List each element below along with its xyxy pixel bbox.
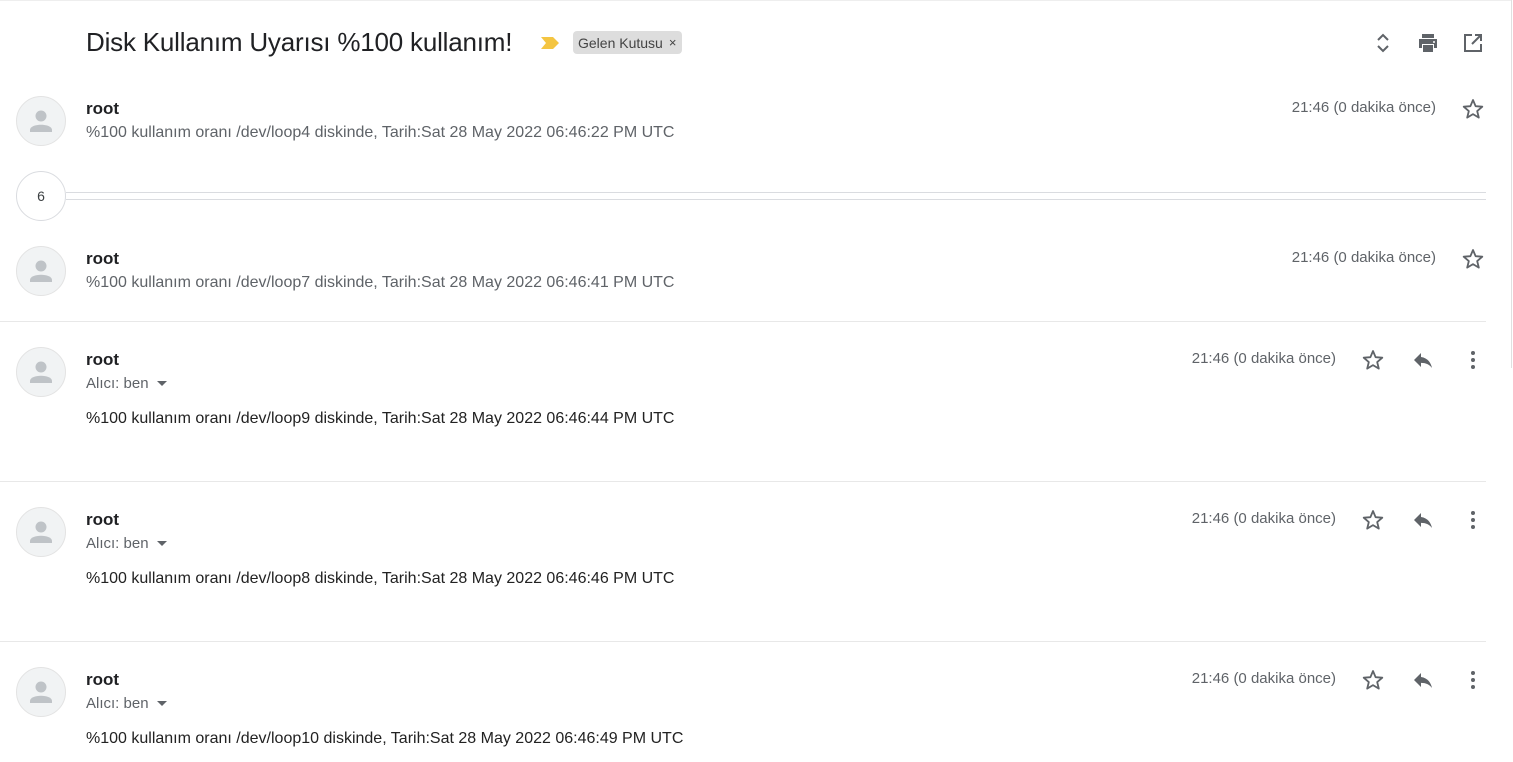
message-snippet: %100 kullanım oranı /dev/loop7 diskinde,… bbox=[86, 274, 675, 291]
recipient-text: Alıcı: ben bbox=[86, 695, 149, 712]
message-snippet: %100 kullanım oranı /dev/loop4 diskinde,… bbox=[86, 124, 675, 141]
recipient-details-toggle[interactable]: Alıcı: ben bbox=[86, 375, 167, 392]
reply-icon[interactable] bbox=[1411, 348, 1435, 372]
message-time: 21:46 (0 dakika önce) bbox=[1291, 249, 1436, 266]
more-options-icon[interactable] bbox=[1461, 668, 1485, 692]
message-time: 21:46 (0 dakika önce) bbox=[1191, 350, 1336, 367]
sender-name: root bbox=[86, 99, 120, 118]
message-divider bbox=[0, 321, 1486, 322]
message-body: %100 kullanım oranı /dev/loop9 diskinde,… bbox=[86, 410, 675, 427]
star-icon[interactable] bbox=[1461, 97, 1485, 121]
more-options-icon[interactable] bbox=[1461, 348, 1485, 372]
message-time: 21:46 (0 dakika önce) bbox=[1191, 670, 1336, 687]
star-icon[interactable] bbox=[1461, 247, 1485, 271]
default-person-icon bbox=[30, 260, 52, 282]
avatar bbox=[16, 96, 66, 146]
importance-marker-icon[interactable] bbox=[540, 36, 560, 50]
message-body: %100 kullanım oranı /dev/loop10 diskinde… bbox=[86, 730, 684, 747]
avatar bbox=[16, 667, 66, 717]
sender-name: root bbox=[86, 350, 120, 369]
thread-subject: Disk Kullanım Uyarısı %100 kullanım! bbox=[86, 27, 513, 57]
recipient-details-toggle[interactable]: Alıcı: ben bbox=[86, 535, 167, 552]
default-person-icon bbox=[30, 681, 52, 703]
collapsed-divider-bottom bbox=[66, 199, 1486, 200]
message-divider bbox=[0, 641, 1486, 642]
caret-down-icon bbox=[156, 541, 167, 546]
message-divider bbox=[0, 481, 1486, 482]
reply-icon[interactable] bbox=[1411, 508, 1435, 532]
label-chip-text: Gelen Kutusu bbox=[578, 34, 663, 51]
message-time: 21:46 (0 dakika önce) bbox=[1191, 510, 1336, 527]
print-icon[interactable] bbox=[1416, 31, 1440, 55]
recipient-text: Alıcı: ben bbox=[86, 375, 149, 392]
scrollbar-track[interactable] bbox=[1511, 0, 1512, 368]
top-border bbox=[0, 0, 1511, 1]
default-person-icon bbox=[30, 521, 52, 543]
sender-name: root bbox=[86, 670, 120, 689]
star-icon[interactable] bbox=[1361, 348, 1385, 372]
default-person-icon bbox=[30, 361, 52, 383]
sender-name: root bbox=[86, 249, 120, 268]
caret-down-icon bbox=[156, 701, 167, 706]
recipient-text: Alıcı: ben bbox=[86, 535, 149, 552]
avatar bbox=[16, 246, 66, 296]
collapsed-messages-count-button[interactable]: 6 bbox=[16, 171, 66, 221]
reply-icon[interactable] bbox=[1411, 668, 1435, 692]
avatar bbox=[16, 507, 66, 557]
expand-collapse-icon[interactable] bbox=[1371, 31, 1395, 55]
star-icon[interactable] bbox=[1361, 508, 1385, 532]
sender-name: root bbox=[86, 510, 120, 529]
caret-down-icon bbox=[156, 381, 167, 386]
message-body: %100 kullanım oranı /dev/loop8 diskinde,… bbox=[86, 570, 675, 587]
avatar bbox=[16, 347, 66, 397]
star-icon[interactable] bbox=[1361, 668, 1385, 692]
open-in-new-window-icon[interactable] bbox=[1461, 31, 1485, 55]
default-person-icon bbox=[30, 110, 52, 132]
recipient-details-toggle[interactable]: Alıcı: ben bbox=[86, 695, 167, 712]
label-chip-inbox: Gelen Kutusu × bbox=[573, 31, 683, 54]
more-options-icon[interactable] bbox=[1461, 508, 1485, 532]
collapsed-divider-top bbox=[66, 192, 1486, 193]
remove-label-button[interactable]: × bbox=[669, 35, 677, 50]
message-time: 21:46 (0 dakika önce) bbox=[1291, 99, 1436, 116]
